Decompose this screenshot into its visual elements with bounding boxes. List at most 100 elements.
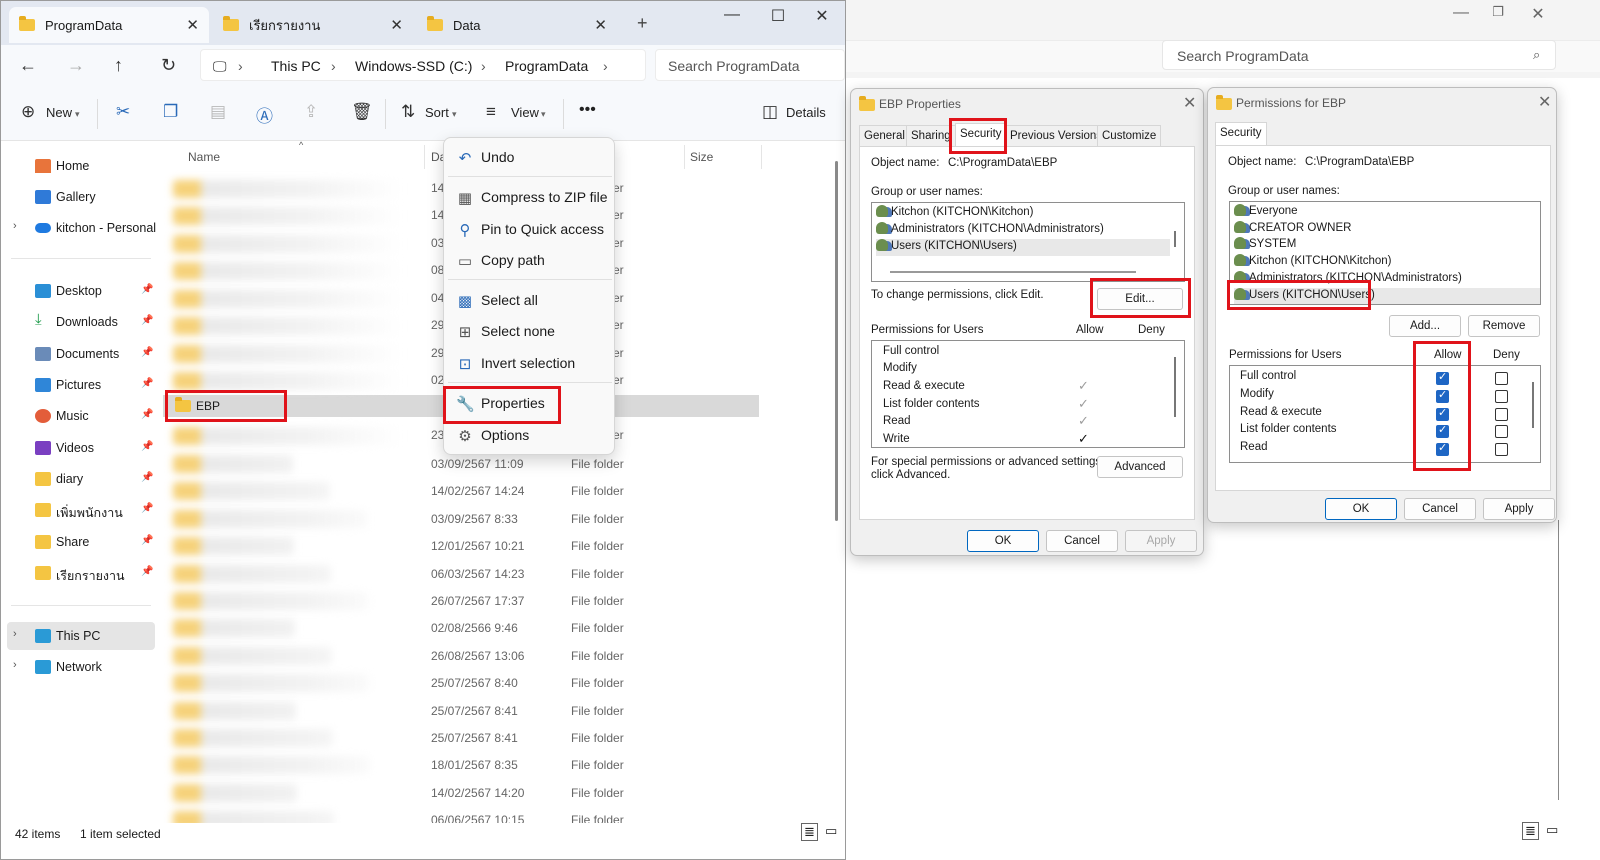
table-row[interactable]: 03/09/2567 11:09 File folder (157, 452, 757, 476)
breadcrumb-chevron-icon[interactable]: › (481, 58, 486, 74)
table-row[interactable]: 02/08/2566 9:46 File folder (157, 616, 757, 640)
table-row[interactable]: 14/02/2567 14:24 File folder (157, 479, 757, 503)
sort-button[interactable]: Sort (425, 105, 449, 120)
sidebar-item-desktop[interactable]: Desktop 📌 (1, 277, 157, 305)
menu-item-select-none[interactable]: ⊞ Select none (444, 316, 614, 346)
list-item[interactable]: SYSTEM (1234, 237, 1534, 254)
table-row[interactable]: 14/02/2567 14:20 File folder (157, 781, 757, 805)
table-row[interactable]: 18/01/2567 8:35 File folder (157, 753, 757, 777)
tiles-view-icon[interactable]: ▭ (825, 823, 837, 839)
menu-item-copy-path[interactable]: ▭ Copy path (444, 245, 614, 275)
back-icon[interactable]: ← (19, 55, 37, 76)
view-button[interactable]: View (511, 105, 539, 120)
cut-icon[interactable]: ✂ (116, 102, 130, 122)
list-item[interactable]: Kitchon (KITCHON\Kitchon) (1234, 254, 1534, 271)
cancel-button[interactable]: Cancel (1404, 498, 1476, 520)
menu-item-options[interactable]: ⚙ Options (444, 420, 614, 450)
pin-icon[interactable]: 📌 (141, 566, 153, 577)
table-row[interactable]: 26/07/2567 17:37 File folder (157, 589, 757, 613)
menu-item-select-all[interactable]: ▩ Select all (444, 285, 614, 315)
list-item[interactable]: Administrators (KITCHON\Administrators) (1234, 271, 1534, 288)
details-button[interactable]: Details (786, 105, 826, 120)
user-list[interactable]: Kitchon (KITCHON\Kitchon) Administrators… (871, 202, 1185, 282)
table-row[interactable]: 12/01/2567 10:21 File folder (157, 534, 757, 558)
expand-chevron-icon[interactable]: › (13, 628, 17, 640)
pin-icon[interactable]: 📌 (141, 315, 153, 326)
menu-item-pin-quick-access[interactable]: ⚲ Pin to Quick access (444, 214, 614, 244)
sidebar-item-documents[interactable]: Documents 📌 (1, 340, 157, 368)
paste-icon[interactable]: ▤ (210, 102, 226, 122)
menu-item-invert-selection[interactable]: ⊡ Invert selection (444, 348, 614, 378)
copy-icon[interactable]: ❐ (163, 102, 178, 122)
pin-icon[interactable]: 📌 (141, 503, 153, 514)
search-icon[interactable]: ⌕ (1533, 47, 1540, 63)
details-view-icon[interactable]: ≣ (801, 823, 818, 841)
minimize-icon[interactable]: — (1446, 4, 1476, 22)
search-input[interactable]: Search ProgramData (655, 49, 845, 81)
allow-checkbox[interactable] (1436, 441, 1449, 457)
chevron-down-icon[interactable]: ▾ (541, 109, 546, 120)
sidebar-item-pictures[interactable]: Pictures 📌 (1, 371, 157, 399)
sort-icon[interactable]: ⇅ (401, 102, 415, 122)
sidebar-item-diary[interactable]: diary 📌 (1, 465, 157, 493)
table-row-ebp[interactable]: EBP (167, 394, 285, 418)
pin-icon[interactable]: 📌 (141, 378, 153, 389)
allow-checkbox[interactable] (1436, 423, 1449, 439)
list-item[interactable]: CREATOR OWNER (1234, 221, 1534, 238)
tab-security[interactable]: Security (955, 123, 1007, 147)
table-row[interactable]: 25/07/2567 8:40 File folder (157, 671, 757, 695)
breadcrumb-programdata[interactable]: ProgramData (505, 58, 588, 74)
ok-button[interactable]: OK (967, 530, 1039, 552)
breadcrumb-drive[interactable]: Windows-SSD (C:) (355, 58, 472, 74)
table-row[interactable]: 26/08/2567 13:06 File folder (157, 644, 757, 668)
up-icon[interactable]: ↑ (114, 55, 123, 76)
forward-icon[interactable]: → (67, 55, 85, 76)
details-pane-icon[interactable]: ◫ (762, 102, 778, 122)
address-bar[interactable]: 🖵 › This PC › Windows-SSD (C:) › Program… (200, 49, 646, 81)
close-icon[interactable]: ✕ (1538, 92, 1551, 112)
tab-sharing[interactable]: Sharing (906, 125, 956, 147)
list-item[interactable]: Administrators (KITCHON\Administrators) (876, 222, 1170, 239)
chevron-down-icon[interactable]: ▾ (452, 109, 457, 120)
sidebar-item-report[interactable]: เรียกรายงาน 📌 (1, 559, 157, 587)
sidebar-item-share[interactable]: Share 📌 (1, 528, 157, 556)
close-window-icon[interactable]: ✕ (1523, 4, 1553, 24)
allow-checkbox[interactable] (1436, 370, 1449, 385)
advanced-button[interactable]: Advanced (1097, 456, 1183, 478)
pin-icon[interactable]: 📌 (141, 347, 153, 358)
sidebar-item-downloads[interactable]: ⤓ Downloads 📌 (1, 308, 157, 336)
expand-chevron-icon[interactable]: › (13, 659, 17, 671)
sidebar-item-this-pc[interactable]: › This PC (7, 622, 155, 650)
list-item[interactable]: Everyone (1234, 204, 1534, 221)
breadcrumb-chevron-icon[interactable]: › (331, 58, 336, 74)
apply-button[interactable]: Apply (1483, 498, 1555, 520)
add-button[interactable]: Add... (1389, 315, 1461, 337)
refresh-icon[interactable]: ↻ (161, 55, 176, 76)
more-options-icon[interactable]: ••• (579, 101, 596, 119)
sidebar-item-music[interactable]: Music 📌 (1, 402, 157, 430)
list-item[interactable]: Users (KITCHON\Users) (876, 239, 1170, 256)
new-tab-icon[interactable]: + (637, 13, 648, 34)
deny-checkbox[interactable] (1495, 407, 1508, 421)
minimize-icon[interactable]: — (717, 6, 747, 24)
pin-icon[interactable]: 📌 (141, 409, 153, 420)
breadcrumb-chevron-icon[interactable]: › (603, 58, 608, 74)
close-icon[interactable]: ✕ (1183, 93, 1196, 113)
user-list[interactable]: Everyone CREATOR OWNER SYSTEM Kitchon (K… (1229, 201, 1541, 305)
list-item[interactable]: Users (KITCHON\Users) (1234, 288, 1540, 304)
scrollbar[interactable] (835, 161, 838, 521)
menu-item-compress-zip[interactable]: ▦ Compress to ZIP file (444, 182, 614, 212)
expand-chevron-icon[interactable]: › (13, 220, 17, 232)
apply-button[interactable]: Apply (1125, 530, 1197, 552)
pin-icon[interactable]: 📌 (141, 535, 153, 546)
deny-checkbox[interactable] (1495, 425, 1508, 439)
allow-checkbox[interactable] (1436, 406, 1449, 421)
tab-previous-versions[interactable]: Previous Versions (1005, 125, 1108, 147)
sidebar-item-home[interactable]: Home (1, 152, 157, 180)
sidebar-item-gallery[interactable]: Gallery (1, 183, 157, 211)
ok-button[interactable]: OK (1325, 498, 1397, 520)
table-row[interactable]: 03/09/2567 8:33 File folder (157, 507, 757, 531)
new-button[interactable]: New (46, 105, 72, 120)
tab-customize[interactable]: Customize (1097, 125, 1162, 147)
cancel-button[interactable]: Cancel (1046, 530, 1118, 552)
